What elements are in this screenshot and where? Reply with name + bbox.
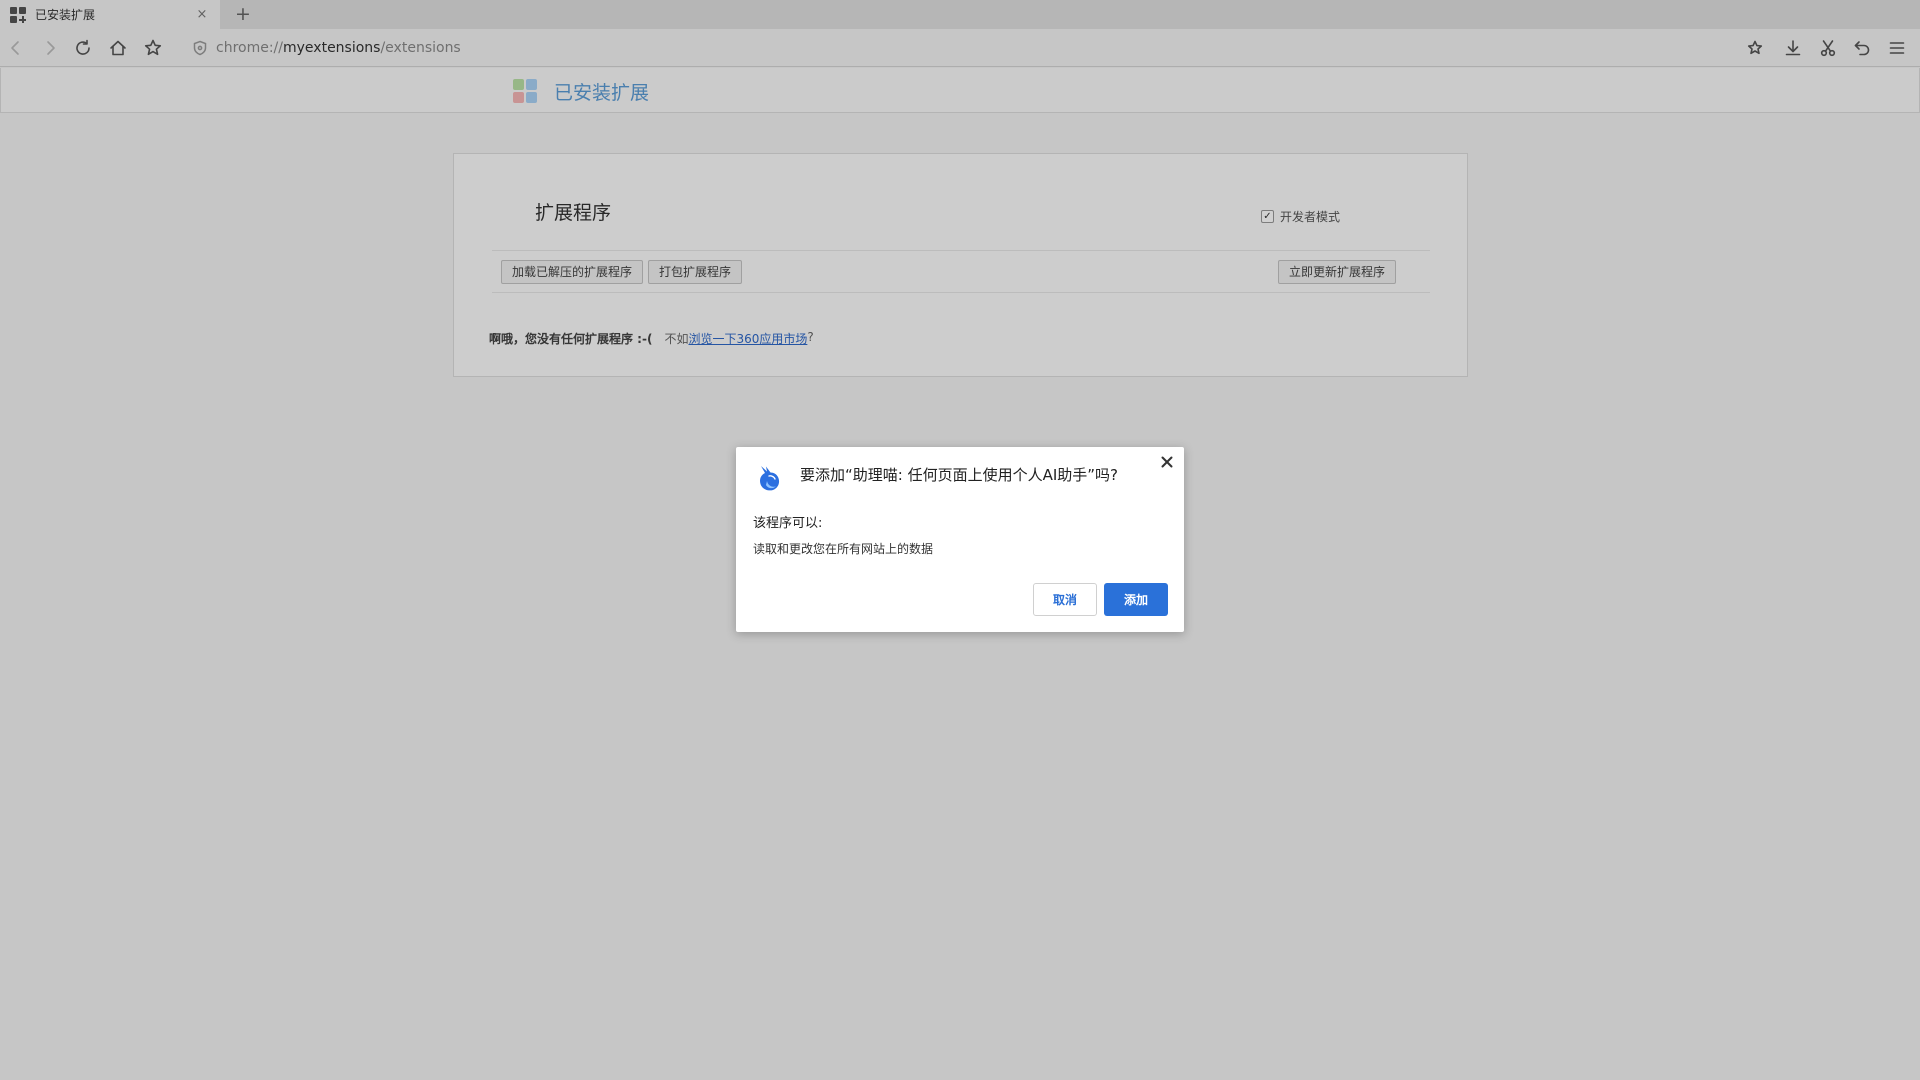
add-button[interactable]: 添加 xyxy=(1104,583,1168,616)
dialog-title: 要添加“助理喵: 任何页面上使用个人AI助手”吗? xyxy=(800,466,1119,484)
assistant-cat-icon xyxy=(760,466,780,491)
close-icon xyxy=(1161,456,1173,468)
permission-item: 读取和更改您在所有网站上的数据 xyxy=(753,542,934,556)
add-extension-dialog: 要添加“助理喵: 任何页面上使用个人AI助手”吗? 该程序可以: 读取和更改您在… xyxy=(736,447,1184,632)
dialog-close-button[interactable] xyxy=(1158,453,1176,471)
dialog-subtitle: 该程序可以: xyxy=(753,516,823,531)
cancel-button[interactable]: 取消 xyxy=(1033,583,1097,616)
